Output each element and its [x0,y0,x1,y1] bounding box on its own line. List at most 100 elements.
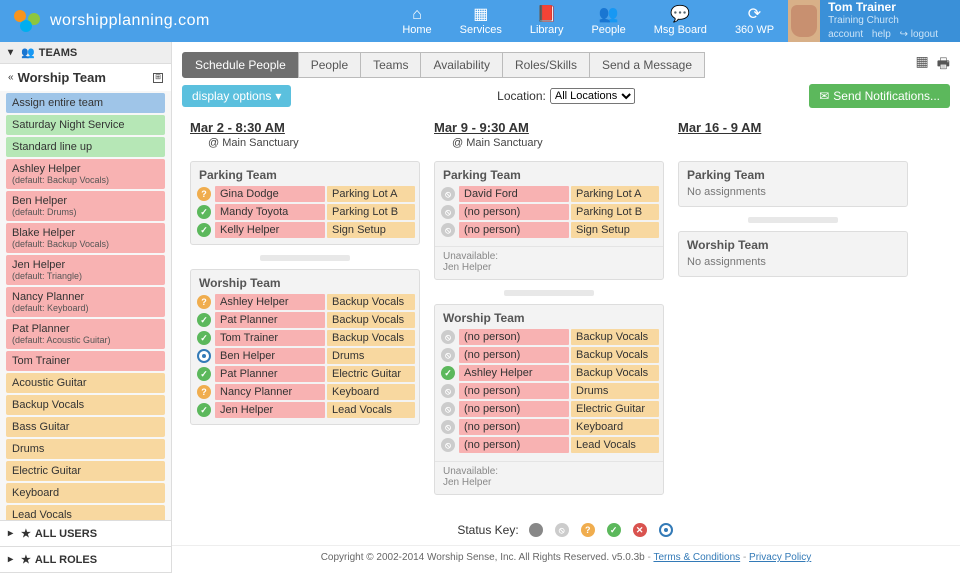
assignment-role[interactable]: Parking Lot A [571,186,659,202]
assignment-role[interactable]: Backup Vocals [571,365,659,381]
tab-people[interactable]: People [298,52,361,78]
assignment-role[interactable]: Electric Guitar [327,366,415,382]
grid-view-icon[interactable]: ▦ [916,53,929,77]
print-icon[interactable]: 🖶 [937,53,950,77]
assignment-row[interactable]: ⦸David FordParking Lot A [439,186,659,202]
assignment-role[interactable]: Keyboard [571,419,659,435]
assignment-role[interactable]: Parking Lot B [327,204,415,220]
tab-roles-skills[interactable]: Roles/Skills [502,52,590,78]
assignment-role[interactable]: Drums [327,348,415,364]
send-notifications-button[interactable]: ✉Send Notifications... [809,84,950,108]
footer-terms-link[interactable]: Terms & Conditions [653,552,740,563]
assignment-person[interactable]: (no person) [459,419,569,435]
assignment-role[interactable]: Sign Setup [327,222,415,238]
sidebar-item[interactable]: Acoustic Guitar [6,373,165,393]
assignment-role[interactable]: Electric Guitar [571,401,659,417]
chevron-left-icon[interactable]: « [8,72,14,83]
assignment-role[interactable]: Backup Vocals [327,312,415,328]
sidebar-item[interactable]: Backup Vocals [6,395,165,415]
assignment-row[interactable]: ✓Tom TrainerBackup Vocals [195,330,415,346]
assignment-person[interactable]: (no person) [459,347,569,363]
assignment-person[interactable]: Nancy Planner [215,384,325,400]
link-help[interactable]: help [872,29,891,40]
assignment-row[interactable]: ?Gina DodgeParking Lot A [195,186,415,202]
sidebar-item[interactable]: Ashley Helper(default: Backup Vocals) [6,159,165,189]
sidebar-item[interactable]: Pat Planner(default: Acoustic Guitar) [6,319,165,349]
avatar[interactable] [788,0,820,42]
tab-schedule-people[interactable]: Schedule People [182,52,299,78]
assignment-person[interactable]: (no person) [459,329,569,345]
assignment-row[interactable]: ✓Pat PlannerElectric Guitar [195,366,415,382]
assignment-person[interactable]: Ashley Helper [215,294,325,310]
assignment-role[interactable]: Lead Vocals [571,437,659,453]
assignment-row[interactable]: ✓Mandy ToyotaParking Lot B [195,204,415,220]
nav-home[interactable]: ⌂Home [388,0,445,42]
sidebar-item[interactable]: Jen Helper(default: Triangle) [6,255,165,285]
tab-send-message[interactable]: Send a Message [589,52,705,78]
assignment-row[interactable]: ⦸(no person)Backup Vocals [439,347,659,363]
assignment-row[interactable]: ✓Pat PlannerBackup Vocals [195,312,415,328]
grid-icon[interactable]: ⊞ [153,73,163,83]
sidebar-item[interactable]: Keyboard [6,483,165,503]
assignment-person[interactable]: (no person) [459,204,569,220]
assignment-row[interactable]: ✓Jen HelperLead Vocals [195,402,415,418]
link-logout[interactable]: ↪ logout [900,29,944,40]
assignment-role[interactable]: Parking Lot A [327,186,415,202]
assignment-person[interactable]: Ashley Helper [459,365,569,381]
sidebar-item[interactable]: Standard line up [6,137,165,157]
sidebar-item[interactable]: Electric Guitar [6,461,165,481]
assignment-person[interactable]: Tom Trainer [215,330,325,346]
assignment-person[interactable]: (no person) [459,383,569,399]
assignment-person[interactable]: (no person) [459,222,569,238]
assignment-person[interactable]: Mandy Toyota [215,204,325,220]
nav-people[interactable]: 👥People [577,0,639,42]
assignment-person[interactable]: David Ford [459,186,569,202]
assignment-person[interactable]: Gina Dodge [215,186,325,202]
assignment-row[interactable]: ⦸(no person)Drums [439,383,659,399]
assignment-role[interactable]: Keyboard [327,384,415,400]
assignment-row[interactable]: ✓Ashley HelperBackup Vocals [439,365,659,381]
display-options-button[interactable]: display options▾ [182,85,291,107]
assignment-person[interactable]: Pat Planner [215,312,325,328]
assignment-role[interactable]: Drums [571,383,659,399]
nav-360wp[interactable]: ⟳360 WP [721,0,788,42]
logo[interactable]: worshipplanning.com [0,10,210,32]
location-select[interactable]: All Locations [550,88,635,104]
tab-teams[interactable]: Teams [360,52,421,78]
assignment-person[interactable]: (no person) [459,401,569,417]
assignment-row[interactable]: ⦸(no person)Backup Vocals [439,329,659,345]
sidebar-item[interactable]: Saturday Night Service [6,115,165,135]
link-account[interactable]: account [828,29,863,40]
sidebar-item[interactable]: Nancy Planner(default: Keyboard) [6,287,165,317]
assignment-role[interactable]: Backup Vocals [327,294,415,310]
assignment-row[interactable]: ?Ashley HelperBackup Vocals [195,294,415,310]
assignment-person[interactable]: Ben Helper [215,348,325,364]
assignment-role[interactable]: Backup Vocals [327,330,415,346]
assignment-role[interactable]: Parking Lot B [571,204,659,220]
sidebar-item[interactable]: Bass Guitar [6,417,165,437]
assignment-row[interactable]: ✓Kelly HelperSign Setup [195,222,415,238]
assignment-row[interactable]: ⦸(no person)Electric Guitar [439,401,659,417]
nav-msgboard[interactable]: 💬Msg Board [640,0,721,42]
tab-availability[interactable]: Availability [420,52,502,78]
sidebar-item[interactable]: Tom Trainer [6,351,165,371]
assignment-person[interactable]: Jen Helper [215,402,325,418]
assignment-role[interactable]: Lead Vocals [327,402,415,418]
assignment-row[interactable]: ⦸(no person)Lead Vocals [439,437,659,453]
nav-services[interactable]: ▦Services [446,0,516,42]
assignment-role[interactable]: Backup Vocals [571,329,659,345]
sidebar-item[interactable]: Blake Helper(default: Backup Vocals) [6,223,165,253]
assignment-role[interactable]: Sign Setup [571,222,659,238]
sidebar-item[interactable]: Assign entire team [6,93,165,113]
assignment-row[interactable]: Ben HelperDrums [195,348,415,364]
sidebar-item[interactable]: Drums [6,439,165,459]
sidebar-item[interactable]: Ben Helper(default: Drums) [6,191,165,221]
assignment-person[interactable]: (no person) [459,437,569,453]
assignment-person[interactable]: Kelly Helper [215,222,325,238]
assignment-person[interactable]: Pat Planner [215,366,325,382]
nav-library[interactable]: 📕Library [516,0,578,42]
assignment-row[interactable]: ⦸(no person)Sign Setup [439,222,659,238]
assignment-row[interactable]: ⦸(no person)Parking Lot B [439,204,659,220]
assignment-role[interactable]: Backup Vocals [571,347,659,363]
sidebar-all-users[interactable]: ▸ ★ ALL USERS [0,521,171,547]
